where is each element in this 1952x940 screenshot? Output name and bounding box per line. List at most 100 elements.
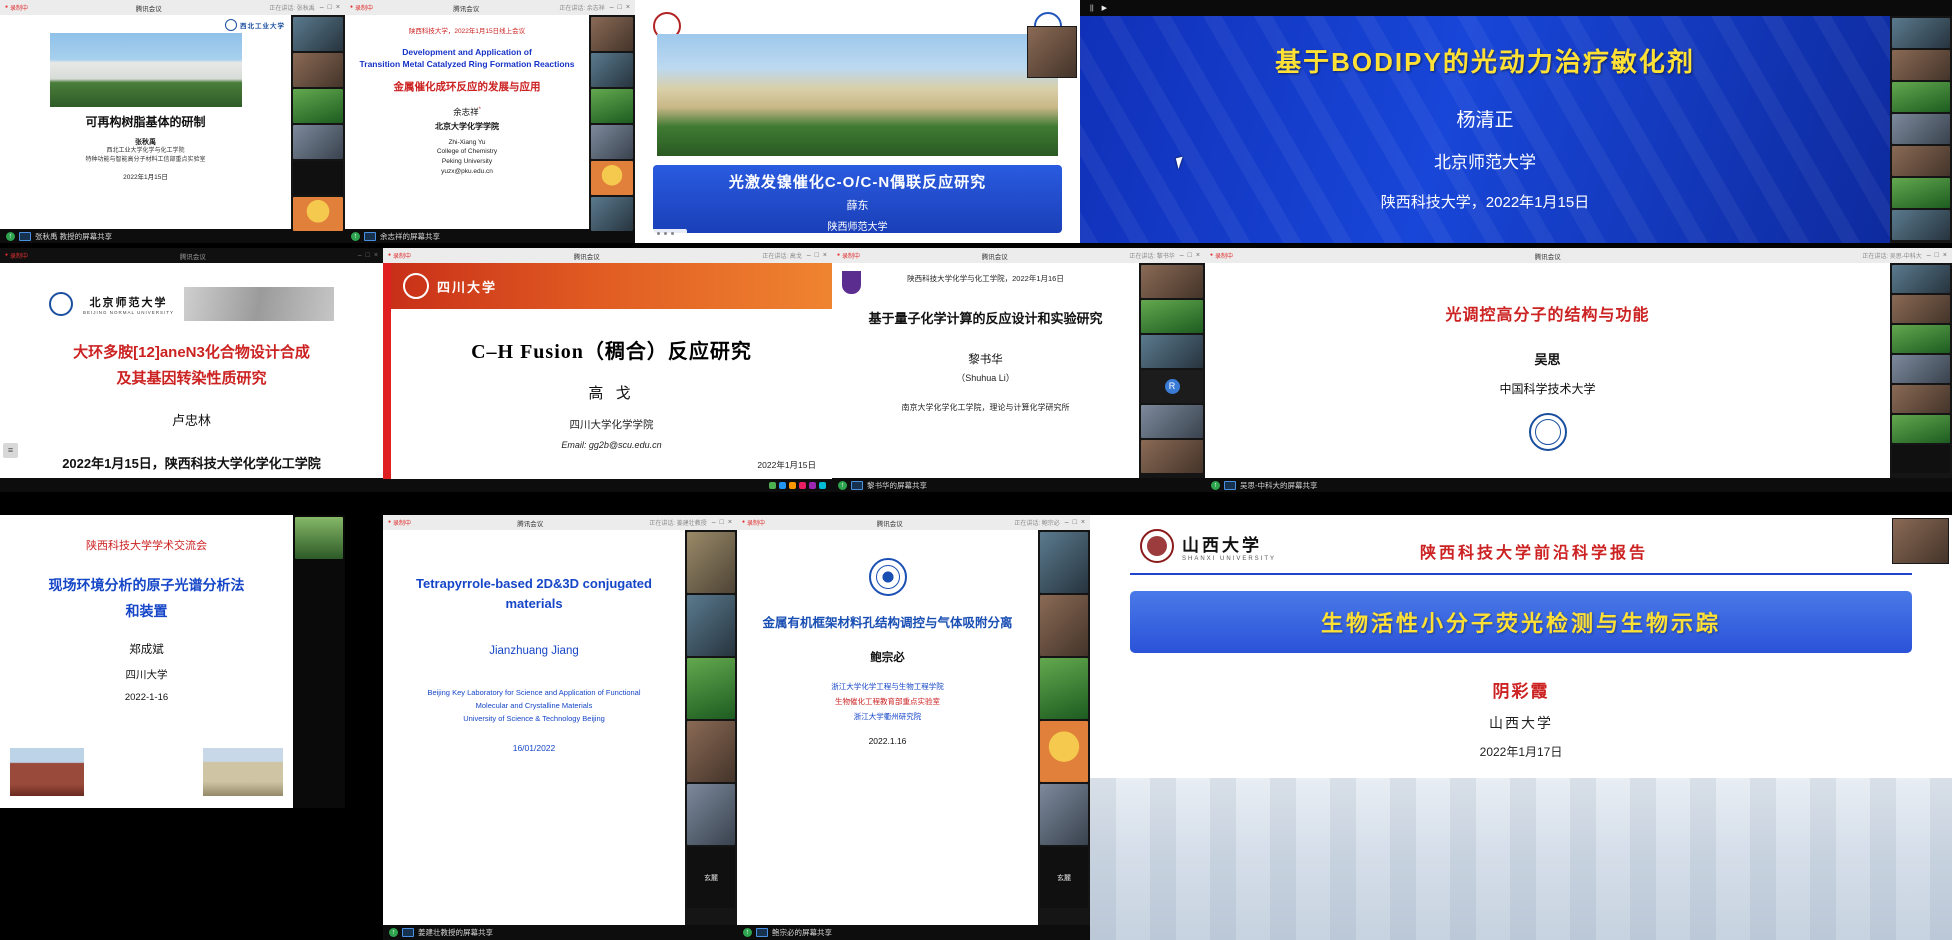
recording-indicator: ●录制中 xyxy=(388,518,411,527)
close-button[interactable]: × xyxy=(336,4,340,11)
participant-video[interactable] xyxy=(1892,385,1950,413)
taskbar-icon[interactable] xyxy=(809,482,816,489)
participant-video[interactable] xyxy=(293,197,343,231)
participant-video[interactable] xyxy=(591,197,633,231)
minimize-button[interactable]: – xyxy=(807,252,811,259)
participant-video[interactable] xyxy=(687,658,735,719)
participant-video[interactable]: 玄麓 xyxy=(687,847,735,908)
participant-video[interactable] xyxy=(1040,595,1088,656)
participant-video[interactable] xyxy=(1892,146,1950,176)
taskbar-icon[interactable] xyxy=(769,482,776,489)
taskbar-icon[interactable] xyxy=(789,482,796,489)
participant-video[interactable] xyxy=(591,53,633,87)
maximize-button[interactable]: □ xyxy=(1935,252,1939,259)
titlebar[interactable]: ●录制中 腾讯会议 正在讲话: 姜建壮教授 –□× xyxy=(383,515,737,530)
minimize-button[interactable]: – xyxy=(712,519,716,526)
participant-video[interactable] xyxy=(687,532,735,593)
close-button[interactable]: × xyxy=(1196,252,1200,259)
slide-author: 鲍宗必 xyxy=(737,649,1038,665)
speaker-video[interactable] xyxy=(1892,518,1949,564)
university-name-en: SHANXI UNIVERSITY xyxy=(1182,556,1276,562)
participant-video[interactable] xyxy=(1892,178,1950,208)
taskbar-icon[interactable] xyxy=(819,482,826,489)
minimize-button[interactable]: – xyxy=(358,252,362,259)
maximize-button[interactable]: □ xyxy=(1188,252,1192,259)
share-control-bar: || ▶ xyxy=(1080,0,1952,16)
titlebar[interactable]: ●录制中 腾讯会议 正在讲话: 鲍宗必 –□× xyxy=(737,515,1090,530)
participant-video[interactable] xyxy=(1040,721,1088,782)
close-button[interactable]: × xyxy=(1943,252,1947,259)
titlebar[interactable]: ●录制中 腾讯会议 正在讲话: 余志祥 –□× xyxy=(345,0,635,15)
close-button[interactable]: × xyxy=(1081,519,1085,526)
participant-video[interactable] xyxy=(1141,300,1203,333)
maximize-button[interactable]: □ xyxy=(1073,519,1077,526)
participant-video[interactable] xyxy=(591,17,633,51)
participant-video[interactable] xyxy=(591,161,633,195)
participant-video[interactable] xyxy=(1892,325,1950,353)
participant-video[interactable] xyxy=(687,784,735,845)
titlebar[interactable]: ●录制中 腾讯会议 正在讲话: 高戈 –□× xyxy=(383,248,832,263)
participant-video[interactable] xyxy=(1892,415,1950,443)
participant-video[interactable]: 玄麓 xyxy=(1040,847,1088,908)
participant-video[interactable] xyxy=(295,517,343,559)
close-button[interactable]: × xyxy=(374,252,378,259)
play-icon[interactable]: ▶ xyxy=(1102,4,1107,12)
minimize-button[interactable]: – xyxy=(1065,519,1069,526)
maximize-button[interactable]: □ xyxy=(720,519,724,526)
pause-icon[interactable]: || xyxy=(1090,5,1094,12)
participant-video[interactable] xyxy=(1141,335,1203,368)
close-button[interactable]: × xyxy=(626,4,630,11)
participant-video[interactable] xyxy=(1892,265,1950,293)
participant-video[interactable] xyxy=(293,17,343,51)
participant-video[interactable] xyxy=(687,721,735,782)
participant-video[interactable] xyxy=(591,89,633,123)
participant-video[interactable] xyxy=(1141,440,1203,473)
participant-video[interactable]: R xyxy=(1141,370,1203,403)
titlebar[interactable]: ●录制中 腾讯会议 正在讲话: 吴思-中科大 –□× xyxy=(1205,248,1952,263)
participant-video[interactable] xyxy=(293,53,343,87)
participant-video[interactable] xyxy=(1141,405,1203,438)
participant-video[interactable] xyxy=(1892,114,1950,144)
participant-video[interactable] xyxy=(1040,532,1088,593)
slide-author: 吴思 xyxy=(1205,349,1890,368)
taskbar-icon[interactable] xyxy=(779,482,786,489)
maximize-button[interactable]: □ xyxy=(618,4,622,11)
titlebar[interactable]: ●录制中 腾讯会议 正在讲话: 张秋禹 –□× xyxy=(0,0,345,15)
participant-video[interactable] xyxy=(687,595,735,656)
participant-video[interactable] xyxy=(1892,18,1950,48)
close-button[interactable]: × xyxy=(728,519,732,526)
maximize-button[interactable]: □ xyxy=(815,252,819,259)
participant-video[interactable] xyxy=(293,89,343,123)
titlebar[interactable]: ●录制中 腾讯会议 –□× xyxy=(0,248,383,263)
participant-video[interactable] xyxy=(1141,265,1203,298)
meeting-window-wusi: ●录制中 腾讯会议 正在讲话: 吴思-中科大 –□× 光调控高分子的结构与功能 … xyxy=(1205,248,1952,492)
participant-video[interactable] xyxy=(1892,210,1950,240)
minimize-button[interactable]: – xyxy=(1180,252,1184,259)
minimize-button[interactable]: – xyxy=(1927,252,1931,259)
maximize-button[interactable]: □ xyxy=(328,4,332,11)
slide-date: 2022年1月17日 xyxy=(1090,743,1952,760)
participant-video[interactable] xyxy=(1892,50,1950,80)
maximize-button[interactable]: □ xyxy=(366,252,370,259)
taskbar-icon[interactable] xyxy=(799,482,806,489)
slideshow-toolbar[interactable] xyxy=(643,229,687,238)
annotation-tool-button[interactable]: ≡ xyxy=(3,443,18,458)
close-button[interactable]: × xyxy=(823,252,827,259)
window-title: 腾讯会议 xyxy=(865,251,1124,261)
titlebar[interactable]: ●录制中 腾讯会议 正在讲话: 黎书华 –□× xyxy=(832,248,1205,263)
participant-video[interactable] xyxy=(591,125,633,159)
slide-affiliation: 四川大学 xyxy=(0,667,293,682)
speaker-video[interactable] xyxy=(1027,26,1077,78)
participant-video[interactable] xyxy=(293,161,343,195)
participant-video[interactable] xyxy=(1892,355,1950,383)
participant-video[interactable] xyxy=(1040,658,1088,719)
participant-video[interactable] xyxy=(1892,82,1950,112)
participant-video[interactable] xyxy=(1892,445,1950,473)
minimize-button[interactable]: – xyxy=(610,4,614,11)
slide-title: 大环多胺[12]aneN3化合物设计合成 xyxy=(0,341,383,362)
participant-video[interactable] xyxy=(293,125,343,159)
participant-video[interactable] xyxy=(1040,784,1088,845)
participant-video[interactable] xyxy=(1892,295,1950,323)
meeting-window-luzhonglin: ●录制中 腾讯会议 –□× 北京师范大学 BEIJING NORMAL UNIV… xyxy=(0,248,383,492)
minimize-button[interactable]: – xyxy=(320,4,324,11)
